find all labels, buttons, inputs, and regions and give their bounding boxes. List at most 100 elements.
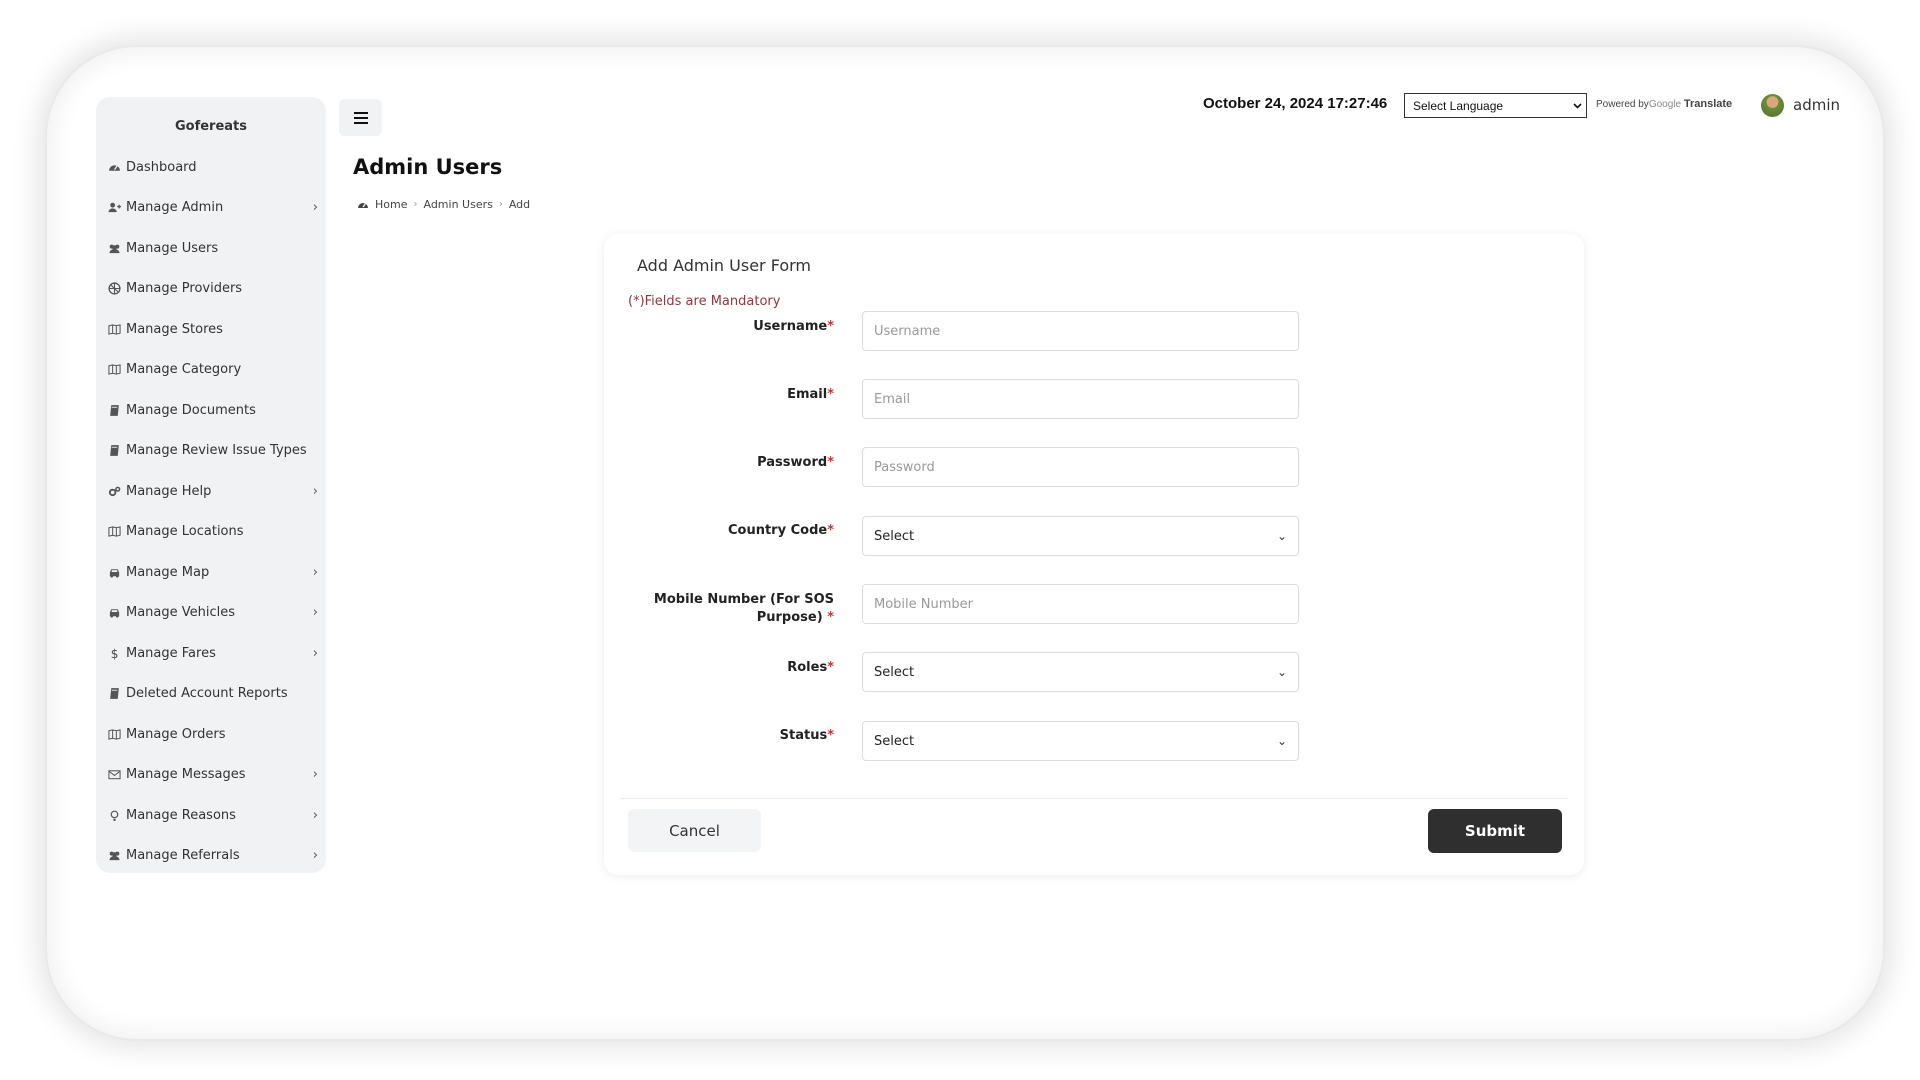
password-label-text: Password: [757, 455, 828, 470]
sidebar-item-label: Manage Messages: [126, 767, 246, 783]
car-icon: [106, 605, 122, 621]
email-placeholder: Email: [874, 391, 911, 407]
sidebar-item-dashboard[interactable]: Dashboard: [106, 147, 318, 188]
country-code-label: Country Code*: [604, 522, 834, 540]
sidebar-item-manage-stores[interactable]: Manage Stores: [106, 309, 318, 350]
sidebar-item-label: Manage Referrals: [126, 848, 240, 864]
sidebar-item-label: Manage Fares: [126, 645, 216, 661]
mandatory-note: (*)Fields are Mandatory: [628, 294, 781, 309]
breadcrumb-admin-users[interactable]: Admin Users: [423, 198, 492, 211]
sidebar-menu: Dashboard Manage Admin › Manage Users Manage…: [106, 147, 318, 876]
form-divider: [620, 798, 1568, 799]
sidebar-item-manage-documents[interactable]: Manage Documents: [106, 390, 318, 431]
map-icon: [106, 524, 122, 540]
country-code-select[interactable]: Select ⌄: [862, 516, 1299, 556]
sidebar-item-label: Manage Orders: [126, 726, 226, 742]
chevron-right-icon: ›: [312, 848, 318, 864]
lightbulb-icon: [106, 807, 122, 823]
map-icon: [106, 726, 122, 742]
language-select[interactable]: Select Language: [1404, 93, 1587, 118]
breadcrumb-separator: ›: [498, 199, 503, 210]
sidebar-item-manage-fares[interactable]: $ Manage Fares ›: [106, 633, 318, 674]
current-datetime: October 24, 2024 17:27:46: [1203, 95, 1388, 112]
sidebar-item-manage-referrals[interactable]: Manage Referrals ›: [106, 836, 318, 877]
avatar[interactable]: [1761, 94, 1784, 117]
country-code-value: Select: [874, 528, 915, 544]
password-placeholder: Password: [874, 459, 935, 475]
sidebar-item-manage-users[interactable]: Manage Users: [106, 228, 318, 269]
status-label-text: Status: [779, 728, 828, 743]
email-label: Email*: [604, 386, 834, 404]
sidebar-item-manage-locations[interactable]: Manage Locations: [106, 512, 318, 553]
required-mark: *: [827, 610, 834, 625]
breadcrumb: Home › Admin Users › Add: [357, 198, 530, 211]
sidebar-item-label: Manage Vehicles: [126, 605, 236, 621]
required-mark: *: [827, 523, 834, 538]
sidebar-item-manage-vehicles[interactable]: Manage Vehicles ›: [106, 593, 318, 634]
breadcrumb-home[interactable]: Home: [375, 198, 407, 211]
mobile-label-line2: Purpose): [756, 610, 823, 625]
language-select-value: Select Language: [1413, 98, 1504, 113]
sidebar-item-manage-messages[interactable]: Manage Messages ›: [106, 755, 318, 796]
roles-label: Roles*: [604, 659, 834, 677]
status-label: Status*: [604, 727, 834, 745]
chevron-right-icon: ›: [312, 767, 318, 783]
sidebar-item-label: Manage Documents: [126, 402, 256, 418]
svg-text:$: $: [110, 647, 118, 660]
email-label-text: Email: [787, 387, 828, 402]
sidebar-item-manage-admin[interactable]: Manage Admin ›: [106, 188, 318, 229]
add-admin-user-form: Add Admin User Form (*)Fields are Mandat…: [604, 234, 1584, 875]
password-label: Password*: [604, 454, 834, 472]
roles-value: Select: [874, 664, 915, 680]
user-name[interactable]: admin: [1793, 96, 1840, 114]
submit-button[interactable]: Submit: [1428, 809, 1562, 853]
breadcrumb-separator: ›: [413, 199, 418, 210]
password-field[interactable]: Password: [862, 447, 1299, 487]
breadcrumb-current: Add: [508, 198, 531, 211]
sidebar-item-manage-review-issue-types[interactable]: Manage Review Issue Types: [106, 431, 318, 472]
sidebar-item-label: Manage Map: [126, 564, 210, 580]
sidebar-item-label: Deleted Account Reports: [126, 686, 288, 702]
sidebar-item-manage-reasons[interactable]: Manage Reasons ›: [106, 795, 318, 836]
sidebar-item-label: Manage Locations: [126, 524, 244, 540]
sidebar-item-label: Manage Users: [126, 240, 219, 256]
chevron-right-icon: ›: [312, 645, 318, 661]
users-icon: [106, 848, 122, 864]
hamburger-icon: [353, 111, 368, 124]
username-label-text: Username: [753, 319, 828, 334]
sidebar-item-manage-help[interactable]: Manage Help ›: [106, 471, 318, 512]
mobile-label-line1: Mobile Number (For SOS: [653, 592, 834, 607]
book-icon: [106, 443, 122, 459]
dashboard-icon: [357, 199, 369, 211]
required-mark: *: [827, 455, 834, 470]
username-field[interactable]: Username: [862, 311, 1299, 351]
mobile-number-field[interactable]: Mobile Number: [862, 584, 1299, 624]
page-title: Admin Users: [353, 155, 503, 179]
chevron-right-icon: ›: [312, 200, 318, 216]
roles-select[interactable]: Select ⌄: [862, 652, 1299, 692]
sidebar-item-label: Manage Stores: [126, 321, 223, 337]
sidebar-item-manage-map[interactable]: Manage Map ›: [106, 552, 318, 593]
cogs-icon: [106, 483, 122, 499]
roles-label-text: Roles: [787, 660, 828, 675]
map-icon: [106, 362, 122, 378]
sidebar-item-manage-orders[interactable]: Manage Orders: [106, 714, 318, 755]
sidebar-item-label: Manage Admin: [126, 200, 224, 216]
chevron-down-icon: ⌄: [1276, 529, 1287, 543]
sidebar-item-deleted-account-reports[interactable]: Deleted Account Reports: [106, 674, 318, 715]
dashboard-icon: [106, 159, 122, 175]
sidebar-item-manage-category[interactable]: Manage Category: [106, 350, 318, 391]
required-mark: *: [827, 660, 834, 675]
chevron-right-icon: ›: [312, 483, 318, 499]
book-icon: [106, 402, 122, 418]
menu-toggle-button[interactable]: [339, 99, 382, 136]
envelope-icon: [106, 767, 122, 783]
google-translate-attribution: Powered byGoogle Translate: [1596, 98, 1732, 110]
sidebar-item-label: Manage Help: [126, 483, 212, 499]
username-placeholder: Username: [874, 323, 941, 339]
cancel-button[interactable]: Cancel: [628, 809, 761, 852]
email-field[interactable]: Email: [862, 379, 1299, 419]
sidebar-item-manage-providers[interactable]: Manage Providers: [106, 269, 318, 310]
status-select[interactable]: Select ⌄: [862, 721, 1299, 761]
sidebar-item-label: Manage Review Issue Types: [126, 443, 307, 459]
